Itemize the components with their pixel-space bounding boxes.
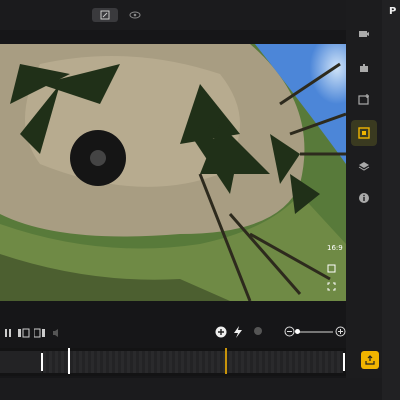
share-icon (365, 355, 375, 365)
video-frame (0, 44, 346, 301)
zoom-slider-thumb[interactable] (295, 329, 300, 334)
lightning-icon[interactable] (233, 326, 243, 338)
timeline-clip-main[interactable] (43, 351, 343, 373)
rail-item-video[interactable] (354, 24, 374, 44)
tool-rail (346, 0, 382, 400)
right-panel: P (382, 0, 400, 400)
eye-icon (129, 11, 141, 19)
timeline-track[interactable] (0, 348, 346, 376)
rail-item-info[interactable] (354, 188, 374, 208)
zoom-slider[interactable] (297, 331, 333, 333)
edit-icon (100, 10, 110, 20)
zoom-out-icon[interactable] (284, 326, 295, 337)
video-preview[interactable]: 16:9 (0, 44, 346, 301)
clip-start-handle[interactable] (41, 353, 43, 371)
split-icon[interactable] (4, 328, 12, 338)
rail-item-add-image[interactable] (354, 90, 374, 110)
trim-left-icon[interactable] (18, 328, 30, 338)
info-icon (359, 193, 369, 203)
layers-icon (358, 162, 370, 171)
volume-icon[interactable] (52, 328, 62, 338)
rail-item-layers[interactable] (354, 156, 374, 176)
preview-button[interactable] (126, 8, 144, 22)
aspect-ratio-label[interactable]: 16:9 (327, 244, 343, 252)
trim-right-icon[interactable] (34, 328, 46, 338)
playback-controls (0, 318, 346, 344)
active-effect-icon (358, 127, 370, 139)
top-toolbar (0, 0, 382, 30)
panel-title-initial: P (389, 6, 397, 17)
timeline-clip-left[interactable] (0, 351, 42, 373)
timeline-marker[interactable] (225, 348, 227, 374)
magic-icon[interactable] (251, 326, 263, 338)
puzzle-icon (360, 64, 368, 72)
image-add-icon (358, 94, 369, 105)
video-icon (359, 31, 369, 37)
add-icon[interactable] (215, 326, 227, 338)
bottom-bar (0, 378, 382, 400)
export-button[interactable] (361, 351, 379, 369)
rail-item-effects[interactable] (354, 58, 374, 78)
rail-item-active-tool[interactable] (351, 120, 377, 146)
edit-button[interactable] (92, 8, 118, 22)
clip-end-handle[interactable] (343, 353, 345, 371)
fullscreen-icon[interactable] (327, 282, 336, 291)
playhead[interactable] (68, 348, 70, 374)
zoom-in-icon[interactable] (335, 326, 346, 337)
crop-icon[interactable] (327, 264, 336, 273)
